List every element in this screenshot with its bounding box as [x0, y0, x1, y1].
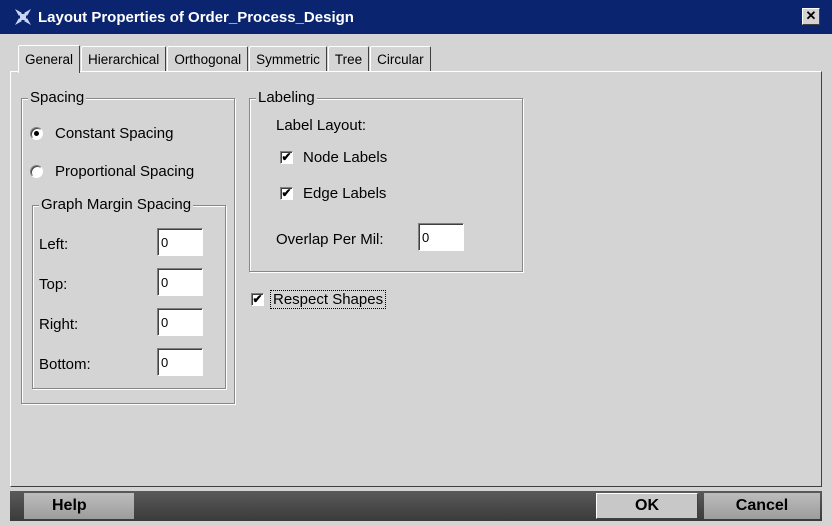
title-bar: Layout Properties of Order_Process_Desig…	[0, 0, 832, 34]
label-layout-heading: Label Layout:	[276, 117, 367, 134]
general-panel: Spacing Constant Spacing Proportional Sp…	[10, 71, 822, 487]
constant-spacing-radio[interactable]	[30, 127, 43, 140]
spacing-group: Spacing Constant Spacing Proportional Sp…	[21, 89, 235, 404]
proportional-spacing-radio[interactable]	[30, 165, 43, 178]
bottom-margin-label: Bottom:	[39, 356, 91, 373]
left-margin-label: Left:	[39, 236, 69, 253]
tab-hierarchical[interactable]: Hierarchical	[81, 46, 167, 72]
app-icon	[15, 9, 31, 25]
node-labels-checkbox[interactable]: ✔	[280, 151, 293, 164]
tab-strip: General Hierarchical Orthogonal Symmetri…	[18, 44, 432, 73]
tab-symmetric[interactable]: Symmetric	[249, 46, 327, 72]
respect-shapes-checkbox[interactable]: ✔	[251, 293, 264, 306]
node-labels-label: Node Labels	[303, 149, 388, 166]
edge-labels-label: Edge Labels	[303, 185, 387, 202]
bottom-margin-input[interactable]	[157, 348, 203, 376]
tab-orthogonal[interactable]: Orthogonal	[167, 46, 249, 72]
left-margin-input[interactable]	[157, 228, 203, 256]
close-icon: ✕	[805, 8, 817, 23]
help-button[interactable]: Help	[24, 493, 134, 519]
constant-spacing-option[interactable]: Constant Spacing	[30, 125, 173, 142]
graph-margin-group-title: Graph Margin Spacing	[39, 196, 194, 213]
proportional-spacing-label: Proportional Spacing	[55, 163, 195, 180]
proportional-spacing-option[interactable]: Proportional Spacing	[30, 163, 194, 180]
respect-shapes-label: Respect Shapes	[270, 290, 387, 309]
edge-labels-checkbox[interactable]: ✔	[280, 187, 293, 200]
respect-shapes-option[interactable]: ✔ Respect Shapes	[251, 290, 387, 309]
button-bar: Help OK Cancel	[10, 491, 822, 521]
labeling-group-title: Labeling	[256, 89, 317, 106]
ok-button[interactable]: OK	[596, 493, 698, 519]
node-labels-option[interactable]: ✔ Node Labels	[280, 149, 387, 166]
labeling-group: Labeling Label Layout: ✔ Node Labels ✔ E…	[249, 89, 523, 272]
graph-margin-group: Graph Margin Spacing Left: Top: Right: B…	[32, 196, 226, 389]
top-margin-input[interactable]	[157, 268, 203, 296]
edge-labels-option[interactable]: ✔ Edge Labels	[280, 185, 386, 202]
right-margin-input[interactable]	[157, 308, 203, 336]
window-title: Layout Properties of Order_Process_Desig…	[38, 8, 354, 26]
spacing-group-title: Spacing	[28, 89, 87, 106]
cancel-button[interactable]: Cancel	[704, 493, 820, 519]
tab-tree[interactable]: Tree	[327, 46, 370, 72]
overlap-per-mil-input[interactable]	[418, 223, 464, 251]
constant-spacing-label: Constant Spacing	[55, 125, 174, 142]
top-margin-label: Top:	[39, 276, 68, 293]
tab-circular[interactable]: Circular	[370, 46, 431, 72]
close-button[interactable]: ✕	[802, 8, 820, 25]
tab-general[interactable]: General	[18, 45, 81, 73]
overlap-per-mil-label: Overlap Per Mil:	[276, 231, 384, 248]
right-margin-label: Right:	[39, 316, 79, 333]
